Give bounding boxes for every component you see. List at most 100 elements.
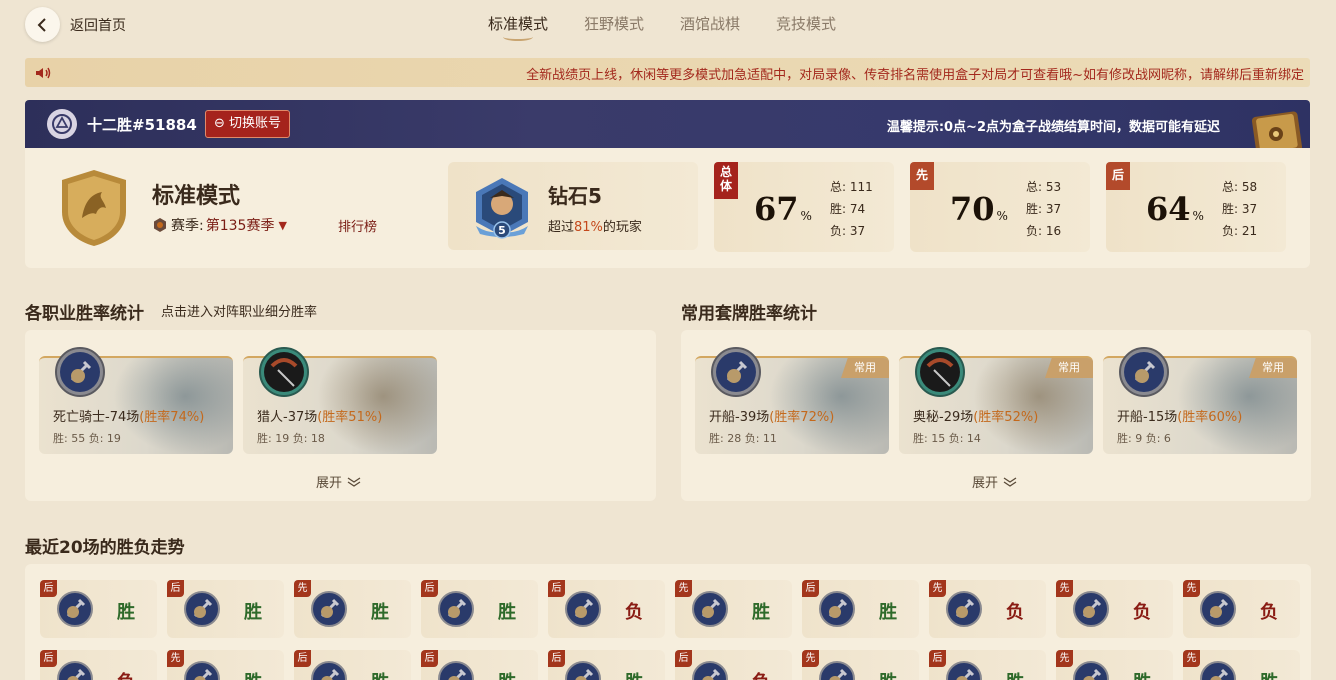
win-row: 胜: 37 [1222, 198, 1257, 220]
rank-sub-pct: 81% [574, 220, 603, 235]
recent-game[interactable]: 先负 [1183, 580, 1300, 638]
recent-game[interactable]: 先胜 [167, 650, 284, 680]
total-count: 58 [1241, 180, 1258, 194]
turn-order-tag: 先 [929, 580, 946, 597]
class-name: 死亡骑士-74场 [53, 410, 140, 425]
recent-game[interactable]: 先胜 [802, 650, 919, 680]
death-knight-icon [183, 590, 221, 628]
recent-game[interactable]: 先负 [1056, 580, 1173, 638]
recent-game[interactable]: 后负 [675, 650, 792, 680]
switch-icon: ⊖ [214, 116, 225, 131]
class-card-title: 猎人-37场(胜率51%) [257, 406, 382, 425]
recent-game[interactable]: 后胜 [548, 650, 665, 680]
recent-game[interactable]: 先胜 [675, 580, 792, 638]
death-knight-icon [1072, 590, 1110, 628]
class-card-content: 死亡骑士-74场(胜率74%) 胜: 55 负: 19 [39, 347, 233, 454]
game-result: 胜 [1260, 668, 1278, 680]
recent-game[interactable]: 先胜 [294, 580, 411, 638]
top-nav: 返回首页 标准模式 狂野模式 酒馆战棋 竞技模式 [0, 0, 1336, 50]
tab-arena[interactable]: 竞技模式 [758, 0, 854, 50]
recent-game[interactable]: 先胜 [1056, 650, 1173, 680]
total-row: 总: 53 [1026, 176, 1061, 198]
game-result: 胜 [498, 668, 516, 680]
double-chevron-down-icon [347, 476, 361, 487]
death-knight-icon [56, 660, 94, 680]
tab-wild[interactable]: 狂野模式 [566, 0, 662, 50]
winrate-overall: 总体 67% 总: 111 胜: 74 负: 37 [714, 162, 894, 252]
season-selector[interactable]: 赛季: 第135赛季 ▼ [152, 215, 287, 235]
winrate-unit: % [996, 209, 1008, 223]
tab-battlegrounds[interactable]: 酒馆战棋 [662, 0, 758, 50]
tab-standard[interactable]: 标准模式 [470, 0, 566, 50]
recent-game[interactable]: 先胜 [1183, 650, 1300, 680]
turn-order-tag: 后 [40, 580, 57, 597]
game-result: 胜 [244, 668, 262, 680]
game-result: 负 [752, 668, 770, 680]
class-section-subtitle: 点击进入对阵职业细分胜率 [161, 305, 318, 320]
death-knight-icon [437, 590, 475, 628]
lose-count: 37 [849, 224, 866, 238]
leaderboard-link[interactable]: 排行榜 [338, 216, 377, 235]
deck-card-stats: 胜: 9 负: 6 [1117, 432, 1171, 445]
game-result: 负 [1260, 602, 1278, 623]
win-label: 胜: [1026, 202, 1043, 216]
death-knight-icon [691, 660, 729, 680]
standard-mode-shield-icon [62, 170, 126, 246]
death-knight-icon [55, 347, 105, 397]
deck-section-title: 常用套牌胜率统计 [681, 304, 817, 324]
game-result: 胜 [371, 602, 389, 623]
deck-rate: (胜率60%) [1177, 410, 1243, 425]
turn-order-tag: 先 [1056, 580, 1073, 597]
turn-order-tag: 后 [802, 580, 819, 597]
winrate-second: 后 64% 总: 58 胜: 37 负: 21 [1106, 162, 1286, 252]
recent-game[interactable]: 后胜 [929, 650, 1046, 680]
switch-account-button[interactable]: ⊖ 切换账号 [205, 110, 291, 138]
recent-game[interactable]: 后胜 [802, 580, 919, 638]
recent-game[interactable]: 后胜 [294, 650, 411, 680]
death-knight-icon [945, 660, 983, 680]
game-result: 胜 [117, 602, 135, 623]
mode-summary-card: 标准模式 赛季: 第135赛季 ▼ 排行榜 5 钻石5 超过81%的玩家 总体 … [25, 148, 1310, 268]
game-result: 胜 [244, 602, 262, 623]
recent-game[interactable]: 后胜 [421, 580, 538, 638]
game-result: 胜 [498, 602, 516, 623]
caret-down-icon: ▼ [278, 218, 287, 232]
recent-game[interactable]: 先负 [929, 580, 1046, 638]
back-label[interactable]: 返回首页 [70, 15, 126, 35]
game-result: 胜 [879, 668, 897, 680]
death-knight-icon [564, 590, 602, 628]
winrate-stats: 总: 58 胜: 37 负: 21 [1222, 176, 1257, 242]
winrate-number: 64 [1146, 190, 1191, 228]
notice-text: 全新战绩页上线，休闲等更多模式加急适配中，对局录像、传奇排名需使用盒子对局才可查… [526, 68, 1304, 83]
double-chevron-down-icon [1003, 476, 1017, 487]
rank-sub-suffix: 的玩家 [602, 220, 642, 235]
deck-card-title: 奥秘-29场(胜率52%) [913, 406, 1038, 425]
season-icon [154, 218, 166, 232]
back-button[interactable] [25, 7, 60, 42]
recent-game[interactable]: 后负 [548, 580, 665, 638]
recent-game[interactable]: 后胜 [40, 580, 157, 638]
turn-order-tag: 先 [167, 650, 184, 667]
recent-game[interactable]: 后胜 [421, 650, 538, 680]
winrate-tag: 总体 [714, 162, 738, 199]
recent-game[interactable]: 后胜 [167, 580, 284, 638]
class-expand-button[interactable]: 展开 [316, 472, 362, 491]
death-knight-icon [691, 590, 729, 628]
deck-expand-button[interactable]: 展开 [972, 472, 1018, 491]
win-count: 37 [1045, 202, 1062, 216]
mode-title: 标准模式 [152, 184, 241, 209]
winrate-number: 67 [754, 190, 799, 228]
recent-game[interactable]: 后负 [40, 650, 157, 680]
deck-card-stats: 胜: 28 负: 11 [709, 432, 777, 445]
turn-order-tag: 后 [548, 580, 565, 597]
settlement-tip: 温馨提示:0点~2点为盒子战绩结算时间，数据可能有延迟 [886, 120, 1220, 135]
season-value: 第135赛季 [205, 218, 275, 234]
class-name: 猎人-37场 [257, 410, 318, 425]
turn-order-tag: 后 [294, 650, 311, 667]
deck-rate: (胜率52%) [973, 410, 1039, 425]
class-card-title: 死亡骑士-74场(胜率74%) [53, 406, 204, 425]
game-result: 负 [625, 602, 643, 623]
expand-label: 展开 [972, 476, 999, 491]
winrate-tag: 先 [910, 162, 934, 190]
death-knight-icon [310, 660, 348, 680]
